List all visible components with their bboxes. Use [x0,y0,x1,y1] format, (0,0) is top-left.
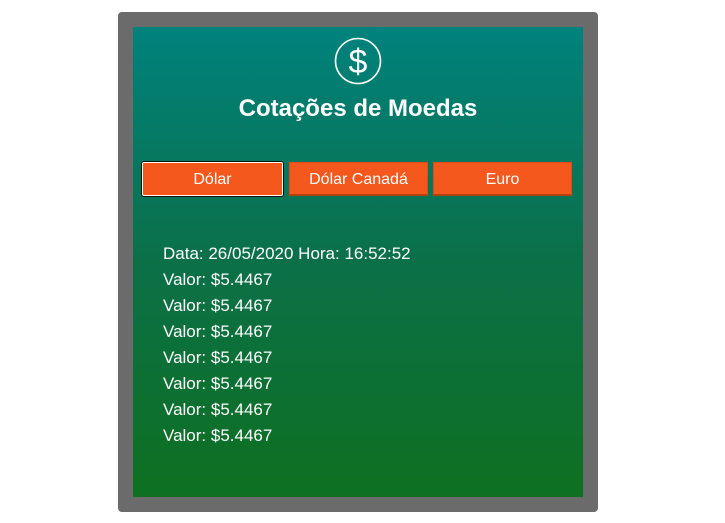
tab-dolar-canada[interactable]: Dólar Canadá [289,162,428,196]
quote-value: Valor: $5.4467 [163,374,273,393]
tab-euro[interactable]: Euro [433,162,572,196]
quote-value: Valor: $5.4467 [163,400,273,419]
currency-panel: $ Cotações de Moedas Dólar Dólar Canadá … [133,27,583,497]
quote-value: Valor: $5.4467 [163,296,273,315]
currency-tabs: Dólar Dólar Canadá Euro [142,162,574,198]
quote-value: Valor: $5.4467 [163,426,273,445]
quote-list: Data: 26/05/2020 Hora: 16:52:52 Valor: $… [163,241,411,449]
app-frame: $ Cotações de Moedas Dólar Dólar Canadá … [118,12,598,512]
page-title: Cotações de Moedas [238,95,478,122]
dollar-circle-icon: $ [334,37,382,85]
quote-value: Valor: $5.4467 [163,270,273,289]
quote-value: Valor: $5.4467 [163,322,273,341]
quote-date-line: Data: 26/05/2020 Hora: 16:52:52 [163,244,411,263]
quote-value: Valor: $5.4467 [163,348,273,367]
tab-dolar[interactable]: Dólar [142,162,283,196]
svg-text:$: $ [349,43,368,81]
